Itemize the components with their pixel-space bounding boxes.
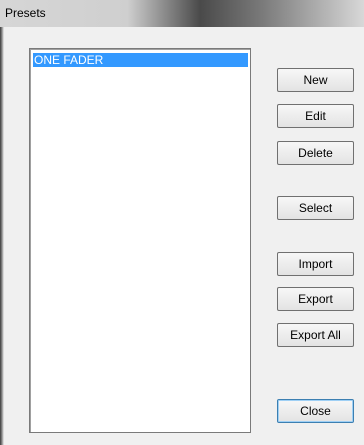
presets-listbox[interactable]: ONE FADER	[29, 48, 251, 433]
export-all-button[interactable]: Export All	[277, 323, 354, 347]
export-button[interactable]: Export	[277, 287, 354, 311]
import-button[interactable]: Import	[277, 252, 354, 276]
window-left-edge	[0, 27, 4, 445]
close-button[interactable]: Close	[277, 399, 354, 423]
window-title: Presets	[5, 6, 46, 20]
new-button[interactable]: New	[277, 68, 354, 92]
title-bar[interactable]: Presets	[0, 0, 364, 27]
edit-button[interactable]: Edit	[277, 104, 354, 128]
select-button[interactable]: Select	[277, 196, 354, 220]
presets-dialog: Presets ONE FADER New Edit Delete Select…	[0, 0, 364, 445]
delete-button[interactable]: Delete	[277, 141, 354, 165]
list-item[interactable]: ONE FADER	[33, 53, 248, 67]
